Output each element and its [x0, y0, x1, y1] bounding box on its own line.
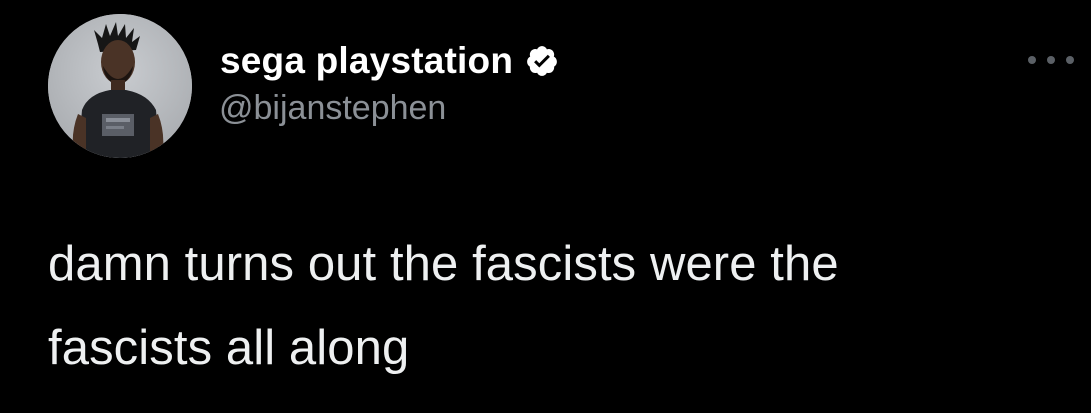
author-handle[interactable]: @bijanstephen [219, 89, 446, 128]
more-options-icon[interactable] [1028, 50, 1074, 70]
verified-badge-icon [525, 44, 559, 78]
display-name[interactable]: sega playstation [220, 40, 513, 82]
tweet-card: sega playstation @bijanstephen damn turn… [0, 0, 1091, 413]
dot [1028, 56, 1036, 64]
dot [1047, 56, 1055, 64]
dot [1066, 56, 1074, 64]
author-name-row[interactable]: sega playstation [220, 38, 559, 84]
tweet-text: damn turns out the fascists were the fas… [48, 222, 1058, 390]
tweet-text-line-2: fascists all along [48, 321, 410, 375]
avatar[interactable] [48, 14, 192, 158]
avatar-photo-icon [48, 14, 192, 158]
tweet-text-line-1: damn turns out the fascists were the [48, 237, 839, 291]
